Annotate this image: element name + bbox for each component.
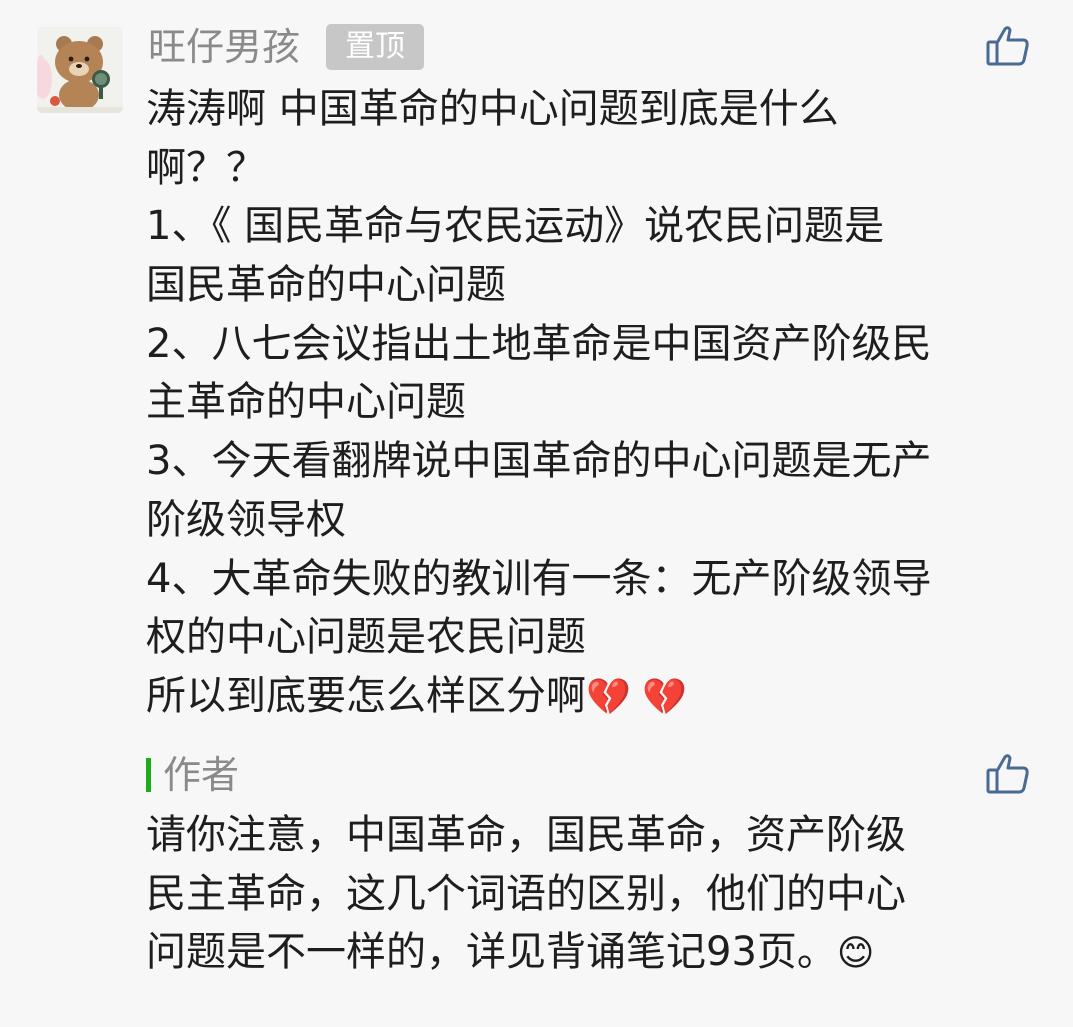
thumbs-up-icon	[986, 754, 1029, 794]
bear-avatar-icon	[37, 27, 123, 113]
broken-heart-icon: 💔 💔	[586, 676, 688, 718]
reply-line: 问题是不一样的，详见背诵笔记93页。	[146, 929, 837, 976]
reply-text: 请你注意，中国革命，国民革命，资产阶级 民主革命，这几个词语的区别，他们的中心 …	[146, 806, 1046, 982]
avatar[interactable]	[37, 27, 123, 113]
comment-line: 所以到底要怎么样区分啊	[146, 672, 586, 719]
comment-line: 涛涛啊 中国革命的中心问题到底是什么	[146, 86, 839, 132]
comment-line: 3、今天看翻牌说中国革命的中心问题是无产	[146, 438, 932, 485]
comment-line: 阶级领导权	[146, 496, 346, 543]
author-label: 作者	[163, 753, 240, 797]
pinned-badge: 置顶	[326, 24, 424, 70]
reply-like-button[interactable]	[986, 753, 1030, 795]
comment-line: 主革命的中心问题	[146, 379, 466, 426]
comment-line: 2、八七会议指出土地革命是中国资产阶级民	[146, 320, 932, 367]
thumbs-up-icon	[986, 26, 1029, 66]
commenter-name[interactable]: 旺仔男孩	[148, 22, 300, 72]
comment-text: 涛涛啊 中国革命的中心问题到底是什么 啊？？ 1、《 国民革命与农民运动》说农民…	[146, 80, 1046, 726]
reply-last-line: 问题是不一样的，详见背诵笔记93页。😊	[146, 923, 1046, 982]
smile-emoji-icon: 😊	[836, 933, 875, 975]
reply-line: 民主革命，这几个词语的区别，他们的中心	[146, 870, 906, 917]
comment-line: 啊？？	[146, 144, 266, 191]
comment-line: 国民革命的中心问题	[146, 262, 506, 309]
comment-like-button[interactable]	[986, 25, 1030, 67]
comment-last-line: 所以到底要怎么样区分啊💔 💔	[146, 667, 1046, 726]
author-marker	[146, 758, 151, 792]
comment-line: 1、《 国民革命与农民运动》说农民问题是	[146, 203, 885, 250]
reply-line: 请你注意，中国革命，国民革命，资产阶级	[146, 812, 906, 858]
comment-line: 4、大革命失败的教训有一条：无产阶级领导	[146, 555, 932, 602]
comment-line: 权的中心问题是农民问题	[146, 614, 586, 661]
